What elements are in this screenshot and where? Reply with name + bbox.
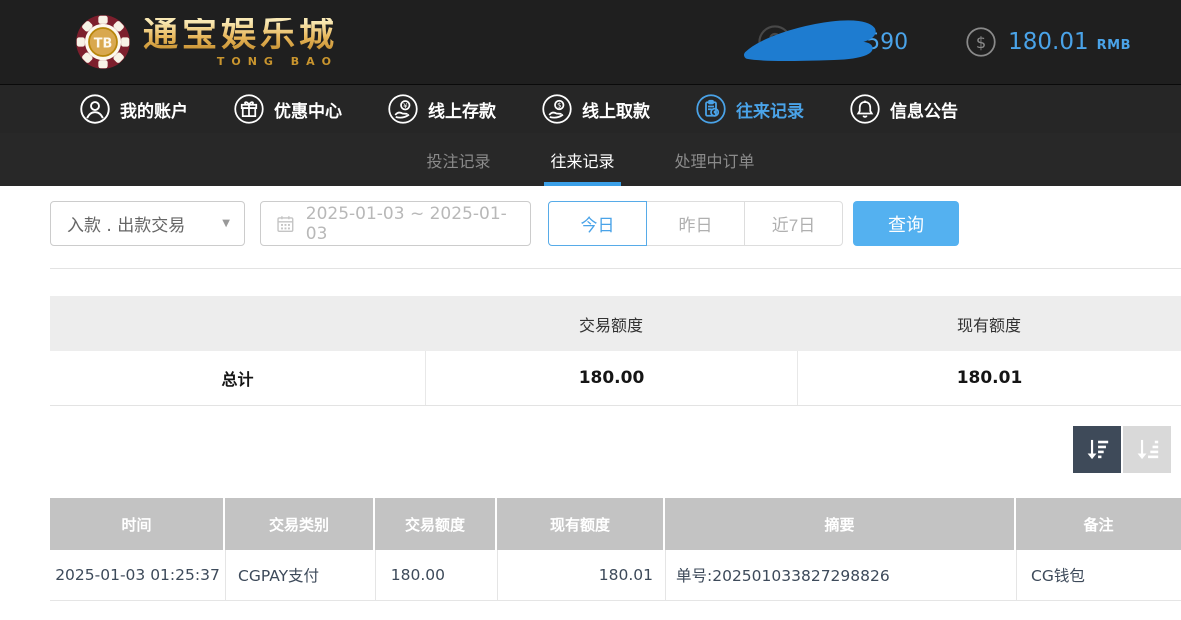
brand-name-en: TONG BAO xyxy=(143,56,338,67)
brand-name: 通宝娱乐城 xyxy=(143,18,338,53)
records-clipboard-icon xyxy=(696,94,726,124)
brand-logo[interactable]: TB 通宝娱乐城 TONG BAO xyxy=(75,14,338,70)
main-nav: 我的账户 优惠中心 ¥ 线上存款 $ 线上取款 xyxy=(0,84,1181,133)
col-header-remark: 备注 xyxy=(1016,498,1181,550)
caret-down-icon: ▼ xyxy=(222,218,230,229)
summary-header-balance: 现有额度 xyxy=(797,296,1181,351)
balance-currency: RMB xyxy=(1097,32,1131,53)
nav-item-promotions[interactable]: 优惠中心 xyxy=(234,94,342,124)
svg-text:$: $ xyxy=(976,33,986,52)
username-display[interactable]: 590 xyxy=(758,17,908,67)
col-header-summary: 摘要 xyxy=(665,498,1016,550)
summary-header-empty xyxy=(50,296,425,351)
calendar-icon xyxy=(275,213,296,235)
main-content: 入款 . 出款交易 ▼ 2025-01-03 ~ 2025-01-03 今日 昨… xyxy=(0,201,1181,601)
sort-descending-icon xyxy=(1084,436,1111,463)
range-yesterday-button[interactable]: 昨日 xyxy=(646,201,745,246)
svg-text:¥: ¥ xyxy=(403,102,408,110)
summary-total-transaction: 180.00 xyxy=(425,351,797,405)
records-table: 时间 交易类别 交易额度 现有额度 摘要 备注 2025-01-03 01:25… xyxy=(50,498,1181,601)
range-today-button[interactable]: 今日 xyxy=(548,201,647,246)
quick-range-group: 今日 昨日 近7日 xyxy=(548,201,843,246)
summary-total-row: 总计 180.00 180.01 xyxy=(50,351,1181,406)
active-tab-underline xyxy=(544,182,620,186)
tab-processing-orders[interactable]: 处理中订单 xyxy=(669,133,761,186)
cell-remark: CG钱包 xyxy=(1016,550,1181,600)
table-row: 2025-01-03 01:25:37 CGPAY支付 180.00 180.0… xyxy=(50,550,1181,601)
search-button[interactable]: 查询 xyxy=(853,201,959,246)
cell-type: CGPAY支付 xyxy=(225,550,375,600)
sub-tab-bar: 投注记录 往来记录 处理中订单 xyxy=(0,133,1181,186)
user-icon xyxy=(80,94,110,124)
balance-display[interactable]: $ 180.01 RMB xyxy=(966,27,1131,57)
col-header-type: 交易类别 xyxy=(225,498,375,550)
sort-ascending-icon xyxy=(1134,436,1161,463)
cell-time: 2025-01-03 01:25:37 xyxy=(50,550,225,600)
summary-table: 交易额度 现有额度 总计 180.00 180.01 xyxy=(50,296,1181,406)
withdraw-hand-coin-icon: $ xyxy=(542,94,572,124)
cell-summary: 单号:202501033827298826 xyxy=(665,550,1016,600)
svg-text:$: $ xyxy=(557,102,561,110)
redaction-scribble xyxy=(740,15,892,67)
sort-controls xyxy=(50,426,1181,473)
records-header-row: 时间 交易类别 交易额度 现有额度 摘要 备注 xyxy=(50,498,1181,550)
section-divider xyxy=(50,268,1181,269)
nav-item-deposit[interactable]: ¥ 线上存款 xyxy=(388,94,496,124)
summary-header-row: 交易额度 现有额度 xyxy=(50,296,1181,351)
sort-descending-button[interactable] xyxy=(1073,426,1121,473)
nav-item-my-account[interactable]: 我的账户 xyxy=(80,94,188,124)
tab-transaction-records[interactable]: 往来记录 xyxy=(544,133,620,186)
date-range-input[interactable]: 2025-01-03 ~ 2025-01-03 xyxy=(260,201,531,246)
top-header: TB 通宝娱乐城 TONG BAO 590 $ 180.01 RMB xyxy=(0,0,1181,84)
balance-amount: 180.01 xyxy=(1008,29,1088,55)
cell-balance: 180.01 xyxy=(497,550,665,600)
dollar-circle-icon: $ xyxy=(966,27,996,57)
summary-header-transaction: 交易额度 xyxy=(425,296,797,351)
col-header-time: 时间 xyxy=(50,498,225,550)
filter-row: 入款 . 出款交易 ▼ 2025-01-03 ~ 2025-01-03 今日 昨… xyxy=(50,201,1181,246)
col-header-balance: 现有额度 xyxy=(497,498,665,550)
col-header-amount: 交易额度 xyxy=(375,498,497,550)
sort-ascending-button[interactable] xyxy=(1123,426,1171,473)
tab-betting-records[interactable]: 投注记录 xyxy=(420,133,496,186)
casino-chip-icon: TB xyxy=(75,14,131,70)
svg-text:TB: TB xyxy=(94,36,113,51)
bell-icon xyxy=(850,94,880,124)
gift-icon xyxy=(234,94,264,124)
summary-total-label: 总计 xyxy=(50,351,425,405)
range-last7days-button[interactable]: 近7日 xyxy=(744,201,843,246)
transaction-type-select[interactable]: 入款 . 出款交易 ▼ xyxy=(50,201,245,246)
cell-amount: 180.00 xyxy=(375,550,497,600)
nav-item-announcements[interactable]: 信息公告 xyxy=(850,94,958,124)
deposit-hand-coin-icon: ¥ xyxy=(388,94,418,124)
nav-item-withdraw[interactable]: $ 线上取款 xyxy=(542,94,650,124)
nav-item-transaction-records[interactable]: 往来记录 xyxy=(696,94,804,124)
summary-total-balance: 180.01 xyxy=(797,351,1181,405)
